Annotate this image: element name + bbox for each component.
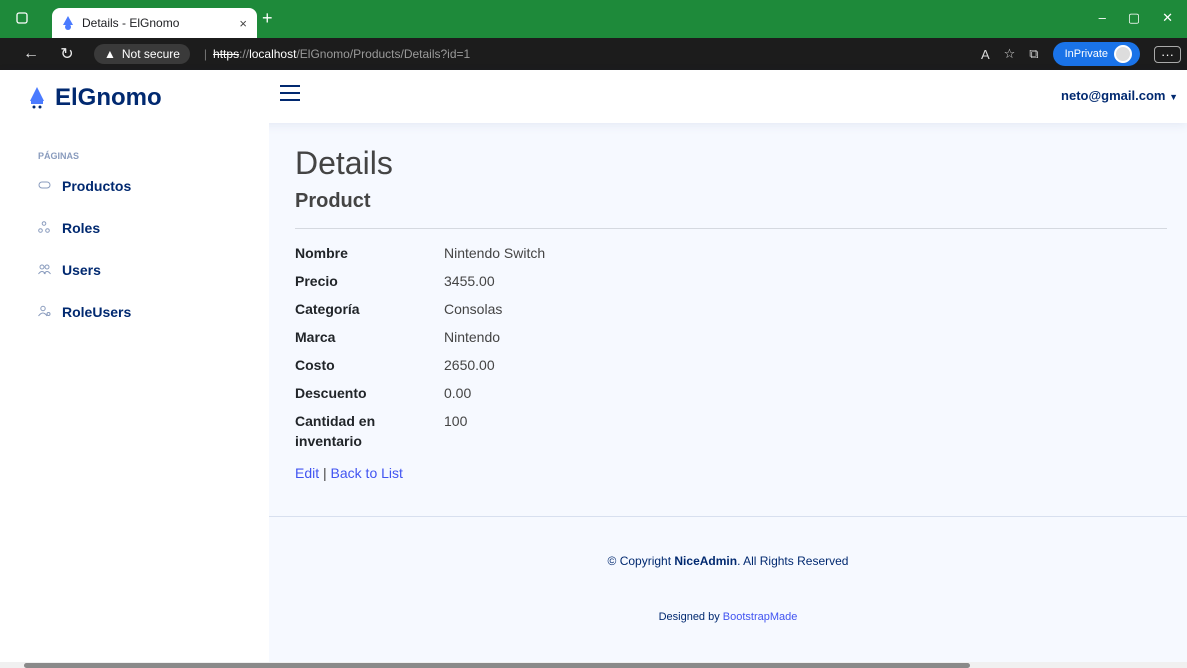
- url-host: localhost: [249, 47, 297, 61]
- more-menu-button[interactable]: ···: [1154, 45, 1181, 63]
- detail-label: Marca: [295, 329, 336, 345]
- copyright-brand: NiceAdmin: [674, 554, 738, 568]
- edit-link[interactable]: Edit: [295, 465, 319, 481]
- browser-tab-bar: Details - ElGnomo × + – ▢ ✕: [0, 0, 1187, 38]
- sidebar-item-label: RoleUsers: [62, 304, 132, 320]
- sidebar-item-users[interactable]: Users: [38, 262, 101, 278]
- gnome-logo-icon: [30, 87, 44, 109]
- url-path: /ElGnomo/Products/Details?id=1: [296, 47, 471, 61]
- minimize-button[interactable]: –: [1099, 10, 1106, 26]
- sidebar-item-label: Roles: [62, 220, 101, 236]
- sidebar-item-productos[interactable]: Productos: [38, 178, 131, 194]
- url-protocol: https: [213, 47, 240, 61]
- url-divider: |: [203, 47, 208, 61]
- inprivate-badge[interactable]: InPrivate: [1052, 42, 1140, 66]
- back-to-list-link[interactable]: Back to List: [331, 465, 403, 481]
- caret-down-icon: ▼: [1169, 92, 1178, 102]
- refresh-icon[interactable]: ↻: [54, 44, 80, 64]
- warning-icon: ▲: [104, 47, 116, 61]
- new-tab-button[interactable]: +: [262, 9, 273, 27]
- detail-value: Nintendo Switch: [444, 245, 546, 261]
- person-gear-icon: [38, 305, 52, 320]
- people-icon: [38, 263, 52, 278]
- detail-label: Nombre: [295, 245, 348, 261]
- detail-label: Descuento: [295, 385, 367, 401]
- sidebar: PÁGINAS Productos Roles Users RoleUsers: [0, 123, 269, 668]
- divider: [295, 228, 1167, 229]
- app-header: ElGnomo neto@gmail.com ▼: [0, 70, 1187, 123]
- detail-value: 3455.00: [444, 273, 495, 289]
- link-separator: |: [323, 465, 327, 481]
- sidebar-item-label: Productos: [62, 178, 132, 194]
- detail-row: Marca Nintendo: [295, 327, 500, 347]
- brand-name: ElGnomo: [55, 84, 162, 111]
- scrollbar-thumb[interactable]: [24, 663, 970, 668]
- close-window-button[interactable]: ✕: [1162, 10, 1173, 26]
- detail-row: Cantidad en inventario 100: [295, 411, 467, 451]
- security-label: Not secure: [121, 47, 180, 61]
- detail-row: Descuento 0.00: [295, 383, 471, 403]
- sidebar-heading: PÁGINAS: [38, 151, 80, 161]
- detail-label: Categoría: [295, 301, 360, 317]
- sidebar-item-label: Users: [62, 262, 101, 278]
- detail-row: Nombre Nintendo Switch: [295, 243, 545, 263]
- detail-label: Cantidad en inventario: [295, 413, 376, 449]
- favorite-star-icon[interactable]: ☆: [1004, 46, 1016, 62]
- gnome-favicon-icon: [63, 16, 73, 30]
- main-content: Details Product Nombre Nintendo Switch P…: [269, 123, 1187, 516]
- detail-value: 0.00: [444, 385, 472, 401]
- read-aloud-icon[interactable]: A: [981, 47, 990, 62]
- tab-close-icon[interactable]: ×: [239, 16, 247, 31]
- copyright-text: © Copyright NiceAdmin. All Rights Reserv…: [269, 554, 1187, 568]
- detail-value: Nintendo: [444, 329, 501, 345]
- window-menu-icon[interactable]: [12, 8, 32, 28]
- restore-button[interactable]: ▢: [1128, 10, 1140, 26]
- tab-title: Details - ElGnomo: [82, 16, 180, 30]
- detail-label: Costo: [295, 357, 335, 373]
- profile-avatar-icon: [1114, 45, 1132, 63]
- diagram-icon: [38, 220, 52, 236]
- copyright-suffix: . All Rights Reserved: [737, 554, 849, 568]
- page-title: Details: [295, 145, 393, 181]
- bootstrapmade-link[interactable]: BootstrapMade: [723, 611, 798, 623]
- back-arrow-icon[interactable]: ←: [18, 45, 44, 63]
- url-field[interactable]: ▲ Not secure | https://localhost/ElGnomo…: [94, 42, 944, 66]
- designed-by-text: Designed by BootstrapMade: [269, 611, 1187, 623]
- action-links: Edit | Back to List: [295, 465, 403, 481]
- footer: © Copyright NiceAdmin. All Rights Reserv…: [269, 516, 1187, 662]
- sidebar-item-roles[interactable]: Roles: [38, 220, 100, 236]
- detail-row: Costo 2650.00: [295, 355, 495, 375]
- gamepad-icon: [38, 180, 52, 193]
- detail-value: 100: [444, 413, 468, 429]
- horizontal-scrollbar[interactable]: [0, 662, 1187, 668]
- detail-value: Consolas: [444, 301, 503, 317]
- brand-logo[interactable]: ElGnomo: [29, 84, 162, 112]
- detail-value: 2650.00: [444, 357, 495, 373]
- collections-icon[interactable]: ⧉: [1029, 46, 1038, 62]
- detail-row: Categoría Consolas: [295, 299, 502, 319]
- user-dropdown[interactable]: neto@gmail.com ▼: [1061, 88, 1178, 103]
- browser-tab-active[interactable]: Details - ElGnomo ×: [52, 8, 257, 38]
- copyright-prefix: © Copyright: [607, 554, 675, 568]
- url-separator: ://: [239, 47, 250, 61]
- hamburger-menu-icon[interactable]: [280, 85, 300, 103]
- inprivate-label: InPrivate: [1064, 48, 1108, 60]
- sidebar-item-roleusers[interactable]: RoleUsers: [38, 304, 131, 320]
- detail-label: Precio: [295, 273, 338, 289]
- page-subtitle: Product: [295, 190, 371, 212]
- designed-prefix: Designed by: [658, 611, 723, 623]
- detail-row: Precio 3455.00: [295, 271, 495, 291]
- user-email: neto@gmail.com: [1061, 88, 1166, 103]
- security-badge[interactable]: ▲ Not secure: [94, 44, 190, 64]
